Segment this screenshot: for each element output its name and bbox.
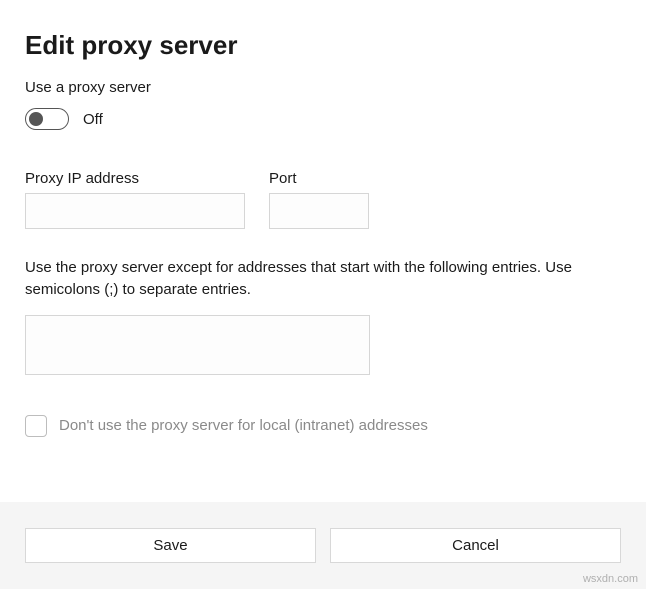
button-bar: Save Cancel — [0, 502, 646, 589]
proxy-toggle-row: Off — [25, 108, 621, 130]
port-field-group: Port — [269, 170, 369, 229]
exceptions-description: Use the proxy server except for addresse… — [25, 257, 621, 301]
cancel-button[interactable]: Cancel — [330, 528, 621, 563]
page-title: Edit proxy server — [25, 30, 621, 61]
use-proxy-label: Use a proxy server — [25, 79, 621, 96]
local-addresses-row: Don't use the proxy server for local (in… — [25, 415, 621, 437]
proxy-port-input[interactable] — [269, 193, 369, 229]
proxy-toggle[interactable] — [25, 108, 69, 130]
save-button[interactable]: Save — [25, 528, 316, 563]
proxy-toggle-state: Off — [83, 111, 103, 128]
proxy-ip-input[interactable] — [25, 193, 245, 229]
port-label: Port — [269, 170, 369, 187]
address-port-row: Proxy IP address Port — [25, 170, 621, 229]
local-addresses-checkbox[interactable] — [25, 415, 47, 437]
ip-field-group: Proxy IP address — [25, 170, 245, 229]
watermark: wsxdn.com — [583, 573, 638, 585]
ip-label: Proxy IP address — [25, 170, 245, 187]
local-addresses-label: Don't use the proxy server for local (in… — [59, 417, 428, 434]
exceptions-input[interactable] — [25, 315, 370, 375]
toggle-knob-icon — [29, 112, 43, 126]
